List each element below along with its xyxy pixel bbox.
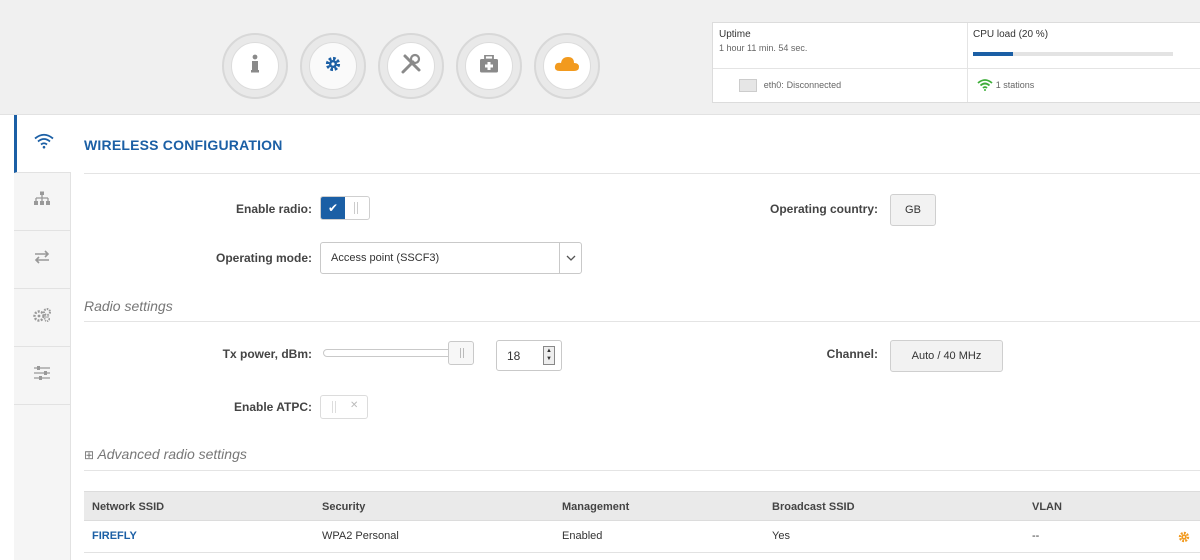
chevron-down-icon [559, 243, 581, 273]
sliders-icon [33, 365, 51, 386]
channel-label: Channel: [826, 347, 878, 361]
column-header: Network SSID [92, 501, 165, 513]
tx-power-slider-handle[interactable] [448, 341, 474, 365]
nav-settings-button[interactable] [300, 33, 366, 99]
sidebar-item-system[interactable] [14, 347, 70, 405]
uptime-block: Uptime 1 hour 11 min. 54 sec. [719, 29, 807, 53]
wifi-signal-icon [977, 79, 996, 91]
column-header: Broadcast SSID [772, 501, 855, 513]
main-nav [222, 33, 600, 99]
spinner-arrows-icon[interactable]: ▲ ▼ [543, 346, 555, 365]
toggle-grip [332, 401, 333, 413]
eth-value: Disconnected [786, 80, 842, 91]
operating-country-label: Operating country: [769, 202, 878, 216]
enable-atpc-toggle[interactable]: ✕ [320, 395, 368, 419]
section-divider [84, 470, 1200, 471]
nav-support-button[interactable] [456, 33, 522, 99]
toggle-grip [354, 202, 355, 214]
broadcast-cell: Yes [772, 530, 790, 542]
operating-mode-select[interactable]: Access point (SSCF3) [320, 242, 582, 274]
tx-power-value: 18 [507, 349, 521, 363]
column-header: Security [322, 501, 366, 513]
table-row: FIREFLY WPA2 Personal Enabled Yes -- [84, 521, 1200, 553]
sidebar-item-network[interactable] [14, 173, 70, 231]
column-header: VLAN [1032, 501, 1062, 513]
section-divider [84, 173, 1200, 174]
main-content: WIRELESS CONFIGURATION Enable radio: ✔ O… [72, 115, 1200, 560]
tools-icon [399, 52, 423, 81]
security-cell: WPA2 Personal [322, 530, 399, 542]
status-divider [967, 23, 968, 102]
toggle-grip [335, 401, 336, 413]
sidebar-item-traffic[interactable] [14, 231, 70, 289]
toggle-grip [357, 202, 358, 214]
uptime-value: 1 hour 11 min. 54 sec. [719, 43, 808, 53]
transfer-icon [33, 250, 51, 269]
nav-info-button[interactable] [222, 33, 288, 99]
advanced-radio-settings-toggle[interactable]: ⊞ Advanced radio settings [84, 446, 247, 462]
ethernet-port-icon [739, 79, 757, 92]
wifi-icon [34, 133, 54, 154]
top-header: Uptime 1 hour 11 min. 54 sec. CPU load (… [0, 0, 1200, 115]
expand-icon: ⊞ [84, 448, 95, 462]
cpu-load-block: CPU load (20 %) [973, 29, 1048, 40]
sidebar-item-services[interactable] [14, 289, 70, 347]
nav-cloud-button[interactable] [534, 33, 600, 99]
management-cell: Enabled [562, 530, 603, 542]
enable-radio-toggle[interactable]: ✔ [320, 196, 370, 220]
sidebar [14, 115, 71, 560]
cpu-load-fill [973, 52, 1013, 56]
page-title: WIRELESS CONFIGURATION [84, 137, 283, 153]
cpu-load-bar [973, 52, 1173, 56]
operating-mode-label: Operating mode: [215, 251, 312, 265]
check-icon: ✔ [321, 197, 345, 219]
section-divider [84, 321, 1200, 322]
vlan-cell: -- [1032, 530, 1040, 542]
radio-settings-title: Radio settings [84, 298, 173, 314]
ssid-table-header: Network SSID Security Management Broadca… [84, 491, 1200, 521]
nav-tools-button[interactable] [378, 33, 444, 99]
operating-country-button[interactable]: GB [890, 194, 936, 226]
ssid-link[interactable]: FIREFLY [92, 521, 137, 551]
enable-radio-label: Enable radio: [235, 202, 312, 216]
status-panel: Uptime 1 hour 11 min. 54 sec. CPU load (… [712, 22, 1200, 103]
info-icon [248, 54, 262, 79]
stations-status: 1 stations [977, 79, 1034, 91]
enable-atpc-label: Enable ATPC: [233, 400, 312, 414]
medkit-icon [479, 54, 499, 78]
uptime-label: Uptime [719, 29, 751, 40]
sidebar-item-wireless[interactable] [14, 115, 71, 173]
status-divider [713, 68, 1200, 69]
cloud-icon [554, 56, 580, 77]
column-header: Management [562, 501, 630, 513]
row-settings-gear-icon[interactable] [1178, 530, 1190, 548]
gear-icon [324, 55, 342, 78]
tx-power-input[interactable]: 18 ▲ ▼ [496, 340, 562, 371]
stations-value: 1 stations [995, 79, 1035, 90]
eth-label: eth0: [763, 80, 784, 91]
gears-icon [32, 307, 52, 328]
advanced-radio-settings-title: Advanced radio settings [97, 446, 247, 462]
network-icon [33, 191, 51, 212]
operating-mode-value: Access point (SSCF3) [331, 252, 440, 264]
cpu-load-label: CPU load (20 %) [973, 29, 1049, 40]
eth-status: eth0: Disconnected [739, 79, 841, 92]
channel-button[interactable]: Auto / 40 MHz [890, 340, 1003, 372]
x-icon: ✕ [350, 400, 359, 411]
tx-power-label: Tx power, dBm: [222, 347, 312, 361]
